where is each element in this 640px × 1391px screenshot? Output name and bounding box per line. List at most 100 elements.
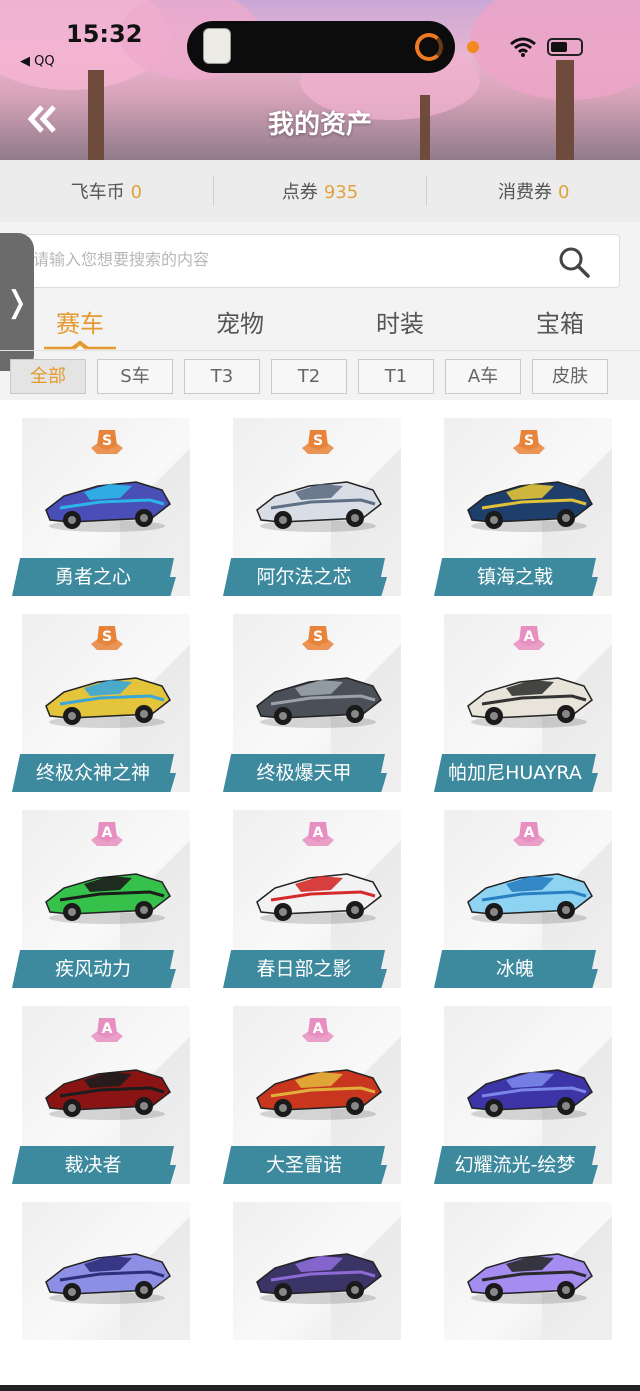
search-input[interactable] (33, 250, 533, 269)
filter-s-car[interactable]: S车 (97, 359, 173, 394)
svg-text:A: A (102, 825, 113, 841)
car-name: 阿尔法之芯 (223, 558, 385, 596)
car-card[interactable]: S 终极众神之神 (12, 614, 190, 794)
race-car-icon (256, 1069, 382, 1120)
filter-a-car[interactable]: A车 (445, 359, 521, 394)
status-time: 15:32 (66, 20, 143, 48)
car-card[interactable] (12, 1202, 190, 1342)
rank-badge-icon: A (513, 822, 545, 846)
rank-badge-icon: A (91, 822, 123, 846)
svg-text:S: S (102, 629, 112, 645)
car-name: 终极众神之神 (12, 754, 174, 792)
car-card[interactable] (434, 1202, 612, 1342)
race-car-icon (256, 873, 382, 924)
rank-badge-icon: S (302, 430, 334, 454)
car-name: 春日部之影 (223, 950, 385, 988)
currency-value: 0 (557, 182, 570, 203)
svg-text:A: A (313, 825, 324, 841)
car-card[interactable] (223, 1202, 401, 1342)
race-car-icon (45, 1253, 171, 1304)
svg-text:A: A (313, 1021, 324, 1037)
svg-text:S: S (524, 433, 534, 449)
rank-badge-icon: A (302, 822, 334, 846)
search-icon[interactable] (557, 245, 591, 279)
rank-badge-icon: S (91, 626, 123, 650)
currency-label: 消费券 (497, 182, 552, 203)
filter-t2[interactable]: T2 (271, 359, 347, 394)
svg-text:S: S (102, 433, 112, 449)
car-card[interactable]: A 大圣雷诺 (223, 1006, 401, 1186)
tab-cars[interactable]: 赛车 (0, 296, 160, 352)
car-card[interactable]: A 帕加尼HUAYRA (434, 614, 612, 794)
rank-badge-icon: S (91, 430, 123, 454)
status-carrier: ◀ QQ (20, 54, 55, 69)
race-car-icon (45, 1069, 171, 1120)
svg-text:A: A (524, 825, 535, 841)
race-car-icon (256, 677, 382, 728)
race-car-icon (45, 873, 171, 924)
recording-dot-icon (467, 41, 479, 53)
currency-label: 点券 (281, 182, 318, 203)
rank-badge-icon: A (302, 1018, 334, 1042)
tab-label: 赛车 (56, 310, 104, 338)
car-card[interactable]: A 春日部之影 (223, 810, 401, 990)
category-tabs: 赛车 宠物 时装 宝箱 (0, 296, 640, 352)
car-card[interactable]: A 冰魄 (434, 810, 612, 990)
active-tab-indicator (44, 340, 116, 350)
race-car-icon (467, 873, 593, 924)
race-car-icon (45, 677, 171, 728)
car-card[interactable]: 幻耀流光-绘梦 (434, 1006, 612, 1186)
progress-ring-icon (415, 33, 443, 61)
tab-label: 时装 (376, 310, 424, 338)
currency-value: 935 (323, 182, 359, 203)
svg-text:A: A (524, 629, 535, 645)
car-name: 镇海之戟 (434, 558, 596, 596)
tab-chests[interactable]: 宝箱 (480, 296, 640, 352)
car-name: 裁决者 (12, 1146, 174, 1184)
rank-badge-icon: A (513, 626, 545, 650)
header: 15:32 ◀ QQ 我的资产 (0, 0, 640, 160)
currency-points: 点券 935 (214, 178, 427, 204)
race-car-icon (467, 677, 593, 728)
filter-skin[interactable]: 皮肤 (532, 359, 608, 394)
page-title: 我的资产 (267, 110, 372, 140)
car-card[interactable]: S 勇者之心 (12, 418, 190, 598)
rank-badge-icon: S (302, 626, 334, 650)
car-name: 疾风动力 (12, 950, 174, 988)
race-car-icon (467, 481, 593, 532)
currency-value: 0 (130, 182, 143, 203)
car-card[interactable]: S 终极爆天甲 (223, 614, 401, 794)
car-name: 终极爆天甲 (223, 754, 385, 792)
svg-text:S: S (313, 629, 323, 645)
svg-text:A: A (102, 1021, 113, 1037)
filter-chips: 全部 S车 T3 T2 T1 A车 皮肤 (10, 359, 630, 395)
rank-badge-icon: A (91, 1018, 123, 1042)
rank-badge-icon: S (513, 430, 545, 454)
car-name: 冰魄 (434, 950, 596, 988)
car-card[interactable]: S 镇海之戟 (434, 418, 612, 598)
currency-feiche-coin: 飞车币 0 (0, 178, 213, 204)
currency-voucher: 消费券 0 (427, 178, 640, 204)
tab-label: 宝箱 (536, 310, 584, 338)
car-card[interactable]: A 疾风动力 (12, 810, 190, 990)
car-card[interactable]: A 裁决者 (12, 1006, 190, 1186)
filter-t1[interactable]: T1 (358, 359, 434, 394)
currency-bar: 飞车币 0 点券 935 消费券 0 (0, 160, 640, 222)
car-name: 大圣雷诺 (223, 1146, 385, 1184)
race-car-icon (256, 481, 382, 532)
race-car-icon (467, 1069, 593, 1120)
tab-outfits[interactable]: 时装 (320, 296, 480, 352)
battery-icon (547, 38, 583, 56)
app-thumbnail-icon (203, 28, 231, 64)
svg-text:S: S (313, 433, 323, 449)
filter-t3[interactable]: T3 (184, 359, 260, 394)
filter-all[interactable]: 全部 (10, 359, 86, 394)
divider (0, 350, 640, 351)
wifi-icon (510, 37, 536, 57)
tab-pets[interactable]: 宠物 (160, 296, 320, 352)
car-grid: S 勇者之心 S 阿尔法之芯 S 镇海之戟 S 终极众神之神 S 终极爆天甲 A… (0, 400, 640, 1391)
car-name: 勇者之心 (12, 558, 174, 596)
car-card[interactable]: S 阿尔法之芯 (223, 418, 401, 598)
race-car-icon (45, 481, 171, 532)
dynamic-island[interactable] (187, 21, 455, 73)
